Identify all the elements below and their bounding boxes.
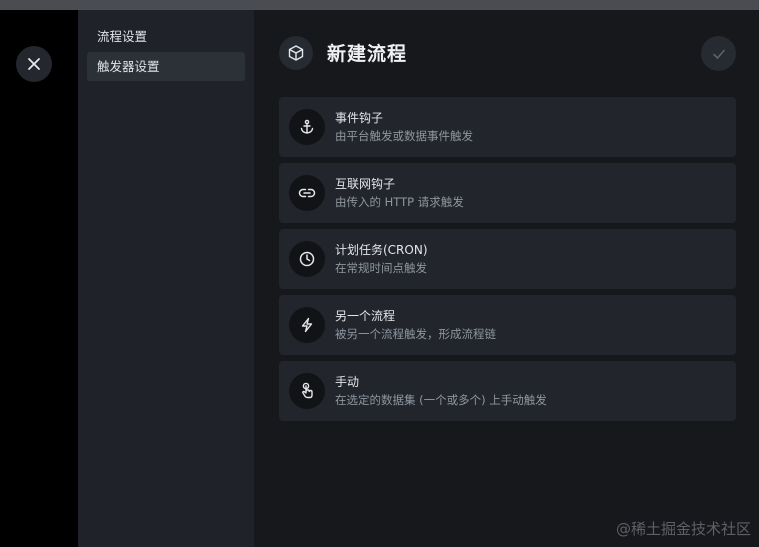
- trigger-title: 手动: [335, 375, 360, 389]
- touch-icon: [289, 373, 325, 409]
- main-panel: 新建流程 事件钩子 由平台触发或数据事件触发 互联网钩子 由传入的 HTTP 请…: [254, 10, 759, 547]
- trigger-title: 另一个流程: [335, 309, 396, 323]
- check-icon: [712, 47, 726, 61]
- close-button[interactable]: [16, 46, 52, 82]
- sidebar-item-label: 触发器设置: [97, 59, 160, 74]
- trigger-title: 事件钩子: [335, 111, 384, 125]
- watermark: @稀土掘金技术社区: [615, 520, 751, 538]
- cube-icon: [279, 36, 313, 70]
- trigger-option-another-flow[interactable]: 另一个流程 被另一个流程触发，形成流程链: [279, 295, 736, 355]
- anchor-icon: [289, 109, 325, 145]
- settings-sidebar: 流程设置 触发器设置: [78, 10, 254, 547]
- sidebar-item-flow-settings[interactable]: 流程设置: [87, 22, 245, 51]
- trigger-option-event-hook[interactable]: 事件钩子 由平台触发或数据事件触发: [279, 97, 736, 157]
- trigger-title: 计划任务(CRON): [335, 243, 428, 257]
- trigger-description: 由平台触发或数据事件触发: [335, 129, 473, 143]
- trigger-list: 事件钩子 由平台触发或数据事件触发 互联网钩子 由传入的 HTTP 请求触发 计…: [279, 97, 736, 427]
- confirm-button[interactable]: [701, 36, 736, 71]
- trigger-description: 被另一个流程触发，形成流程链: [335, 327, 496, 341]
- window-top-bar: [0, 0, 759, 10]
- sidebar-item-label: 流程设置: [97, 29, 148, 44]
- trigger-description: 由传入的 HTTP 请求触发: [335, 195, 464, 209]
- trigger-option-cron[interactable]: 计划任务(CRON) 在常规时间点触发: [279, 229, 736, 289]
- bolt-icon: [289, 307, 325, 343]
- left-strip: [0, 10, 78, 547]
- clock-icon: [289, 241, 325, 277]
- trigger-title: 互联网钩子: [335, 177, 396, 191]
- trigger-option-webhook[interactable]: 互联网钩子 由传入的 HTTP 请求触发: [279, 163, 736, 223]
- close-icon: [27, 57, 41, 71]
- trigger-description: 在选定的数据集 (一个或多个) 上手动触发: [335, 393, 547, 407]
- page-title: 新建流程: [327, 43, 408, 65]
- sidebar-item-trigger-settings[interactable]: 触发器设置: [87, 52, 245, 81]
- link-icon: [289, 175, 325, 211]
- trigger-option-manual[interactable]: 手动 在选定的数据集 (一个或多个) 上手动触发: [279, 361, 736, 421]
- trigger-description: 在常规时间点触发: [335, 261, 427, 275]
